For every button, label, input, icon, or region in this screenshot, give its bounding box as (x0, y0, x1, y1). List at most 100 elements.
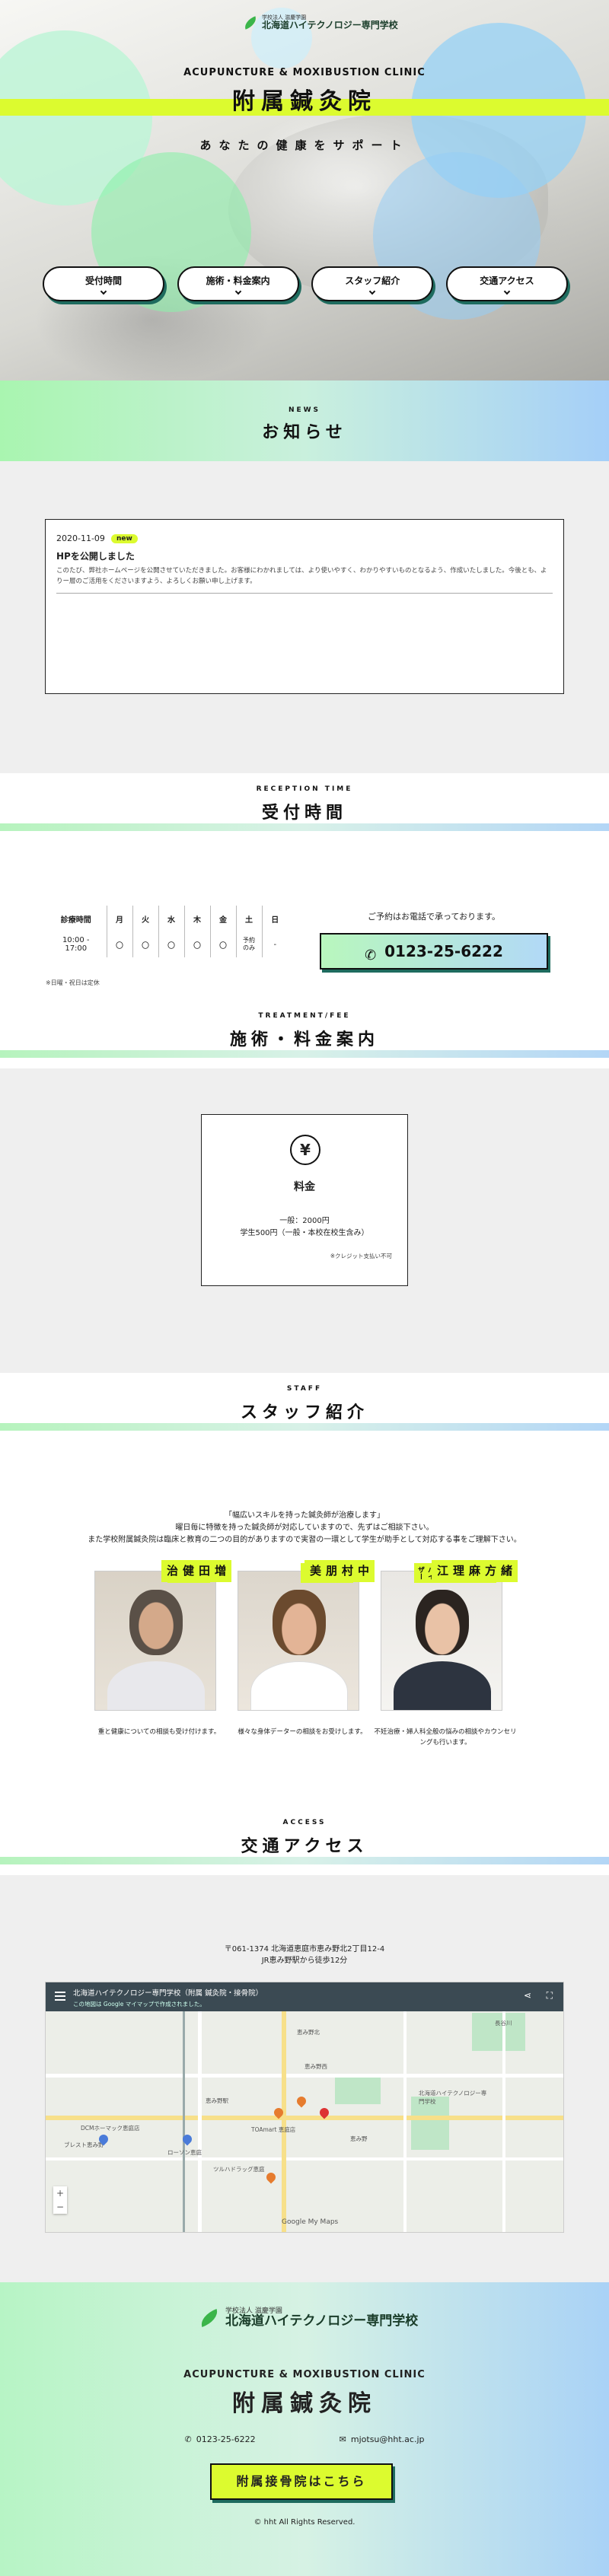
staff-section-header: STAFF スタッフ紹介 (0, 1373, 609, 1441)
hero-section: 学校法人 滋慶学園 北海道ハイテクノロジー専門学校 ACUPUNCTURE & … (0, 0, 609, 381)
footer-phone[interactable]: ✆ 0123-25-6222 (185, 2434, 256, 2444)
fee-note: ※クレジット支払い不可 (330, 1253, 392, 1259)
staff-name: 増田健治 (161, 1560, 231, 1582)
map-road (198, 2011, 202, 2232)
table-header: 火 (132, 906, 158, 931)
map-label: 恵み野北 (297, 2029, 320, 2036)
staff-photo-body (394, 1661, 491, 1710)
news-list: 2020-11-09 new HPを公開しました このたび、弊社ホームページを公… (45, 519, 564, 694)
mail-icon: ✉ (339, 2434, 346, 2444)
logo-main: 北海道ハイテクノロジー専門学校 (225, 2313, 419, 2329)
map-road (403, 2011, 407, 2232)
leaf-logo-icon (198, 2309, 221, 2327)
hero-catchphrase: あなたの健康をサポート (199, 139, 410, 152)
map-road (46, 2157, 563, 2160)
table-cell: 10:00 - 17:00 (62, 936, 90, 953)
nav-button-staff[interactable]: スタッフ紹介 (311, 266, 434, 301)
zoom-control[interactable]: + − (53, 2186, 67, 2214)
staff-intro-line: 「幅広いスキルを持った鍼灸師が治療します」 (225, 1511, 384, 1520)
share-icon[interactable]: ⋖ (524, 1990, 531, 2001)
phone-icon: ✆ (184, 2434, 192, 2444)
table-cell: - (261, 931, 288, 957)
news-item[interactable]: 2020-11-09 new HPを公開しました このたび、弊社ホームページを公… (56, 533, 553, 594)
reception-hours-table: 診療時間 月 火 水 木 金 土 日 10:00 - 17:00 〇 〇 〇 〇… (46, 906, 288, 957)
table-header: 木 (183, 906, 210, 931)
copyright: © hht All Rights Reserved. (253, 2518, 356, 2527)
park-area (335, 2074, 381, 2104)
staff-photo-body (250, 1661, 348, 1710)
staff-description: 重と健康についての相談も受け付けます。 (97, 1728, 221, 1736)
page-title: 附属鍼灸院 (232, 88, 377, 115)
bonesetting-clinic-button[interactable]: 附属接骨院はこちら (210, 2463, 393, 2500)
nav-label: 受付時間 (84, 275, 122, 286)
embedded-map[interactable]: 北海道ハイテクノロジー専門学校（附属 鍼灸院・接骨院） この地図は Google… (45, 1982, 564, 2233)
nav-button-access[interactable]: 交通アクセス (445, 266, 568, 301)
footer-email[interactable]: ✉ mjotsu@hht.ac.jp (340, 2434, 425, 2444)
school-logo[interactable]: 学校法人 滋慶学園 北海道ハイテクノロジー専門学校 (242, 15, 398, 30)
railway (183, 2011, 185, 2232)
leaf-logo-icon (242, 15, 259, 30)
table-cell: 〇 (183, 931, 210, 957)
phone-number: 0123-25-6222 (384, 942, 503, 960)
map-pin-icon[interactable] (295, 2094, 308, 2108)
map-label: 恵み野駅 (206, 2097, 228, 2104)
table-header-row: 診療時間 月 火 水 木 金 土 日 (46, 906, 288, 931)
table-header: 金 (209, 906, 236, 931)
table-header: 月 (106, 906, 132, 931)
table-cell: 予約のみ (235, 931, 262, 957)
address: 〒061-1374 北海道恵庭市恵み野北2丁目12-4 JR恵み野駅から徒歩12… (0, 1944, 609, 1966)
table-header: 土 (235, 906, 262, 931)
map-highway (282, 2011, 286, 2232)
logo-main: 北海道ハイテクノロジー専門学校 (262, 20, 398, 30)
map-label: 恵み野 (350, 2135, 368, 2142)
footer-contact: ✆ 0123-25-6222 ✉ mjotsu@hht.ac.jp (0, 2434, 609, 2444)
nav-button-fee[interactable]: 施術・料金案内 (177, 266, 299, 301)
access-section: 〒061-1374 北海道恵庭市恵み野北2丁目12-4 JR恵み野駅から徒歩12… (0, 1875, 609, 2282)
section-title: 受付時間 (261, 804, 347, 823)
section-gradient-bar (0, 1050, 609, 1058)
map-subtitle: この地図は Google マイマップで作成されました。 (73, 2001, 206, 2008)
reception-note: ※日曜・祝日は定休 (46, 979, 100, 986)
section-gradient-bar (0, 1857, 609, 1864)
table-cell: 〇 (132, 931, 158, 957)
nav-button-reception[interactable]: 受付時間 (43, 266, 164, 301)
staff-description: 様々な身体データーの相談をお受けします。 (238, 1728, 367, 1736)
chevron-down-icon (503, 288, 511, 295)
table-cell: 〇 (106, 931, 132, 957)
chevron-down-icon (369, 288, 376, 295)
map-road (46, 2074, 563, 2078)
staff-intro: 「幅広いスキルを持った鍼灸師が治療します」 曜日毎に特徴を持った鍼灸師が対応して… (0, 1510, 609, 1546)
section-gradient-bar (0, 823, 609, 831)
footer-clinic-english-name: ACUPUNCTURE & MOXIBUSTION CLINIC (183, 2369, 426, 2380)
fee-section-header: TREATMENT/FEE 施術・料金案内 (0, 1000, 609, 1068)
staff-photo-head (273, 1590, 326, 1655)
address-line: JR恵み野駅から徒歩12分 (261, 1957, 348, 1965)
hero-navigation: 受付時間 施術・料金案内 スタッフ紹介 交通アクセス (43, 266, 568, 301)
staff-photo-head (129, 1590, 183, 1655)
map-label: DCMホーマック恵庭店 (81, 2125, 140, 2132)
map-header: 北海道ハイテクノロジー専門学校（附属 鍼灸院・接骨院） この地図は Google… (46, 1982, 563, 2011)
staff-intro-line: また学校附属鍼灸院は臨床と教育の二つの目的がありますので実習の一環として学生が助… (88, 1536, 521, 1544)
news-section: 2020-11-09 new HPを公開しました このたび、弊社ホームページを公… (0, 461, 609, 773)
footer-school-logo[interactable]: 学校法人 滋慶学園 北海道ハイテクノロジー専門学校 (198, 2308, 419, 2329)
table-header: 日 (261, 906, 288, 931)
footer: 学校法人 滋慶学園 北海道ハイテクノロジー専門学校 ACUPUNCTURE & … (0, 2282, 609, 2576)
section-english-label: RECEPTION TIME (256, 785, 353, 793)
table-row: 10:00 - 17:00 〇 〇 〇 〇 〇 予約のみ - (46, 931, 288, 957)
map-title[interactable]: 北海道ハイテクノロジー専門学校（附属 鍼灸院・接骨院） (73, 1987, 536, 1998)
staff-photo (94, 1571, 216, 1711)
section-gradient-bar (0, 1423, 609, 1431)
fee-general: 一般：2000円 (279, 1217, 330, 1225)
map-highway (46, 2116, 563, 2120)
fullscreen-icon[interactable]: ⛶ (547, 1990, 553, 2001)
menu-icon[interactable] (55, 1992, 65, 1993)
phone-call-button[interactable]: 0123-25-6222 (320, 933, 548, 970)
staff-section: 「幅広いスキルを持った鍼灸師が治療します」 曜日毎に特徴を持った鍼灸師が対応して… (0, 1441, 609, 1807)
divider (56, 593, 553, 594)
footer-phone-number: 0123-25-6222 (196, 2434, 256, 2444)
phone-icon (365, 945, 377, 957)
reception-section: 診療時間 月 火 水 木 金 土 日 10:00 - 17:00 〇 〇 〇 〇… (0, 842, 609, 1000)
staff-intro-line: 曜日毎に特徴を持った鍼灸師が対応していますので、先ずはご相談下さい。 (175, 1524, 434, 1532)
staff-photo (381, 1571, 502, 1711)
map-pin-icon[interactable] (264, 2170, 278, 2184)
